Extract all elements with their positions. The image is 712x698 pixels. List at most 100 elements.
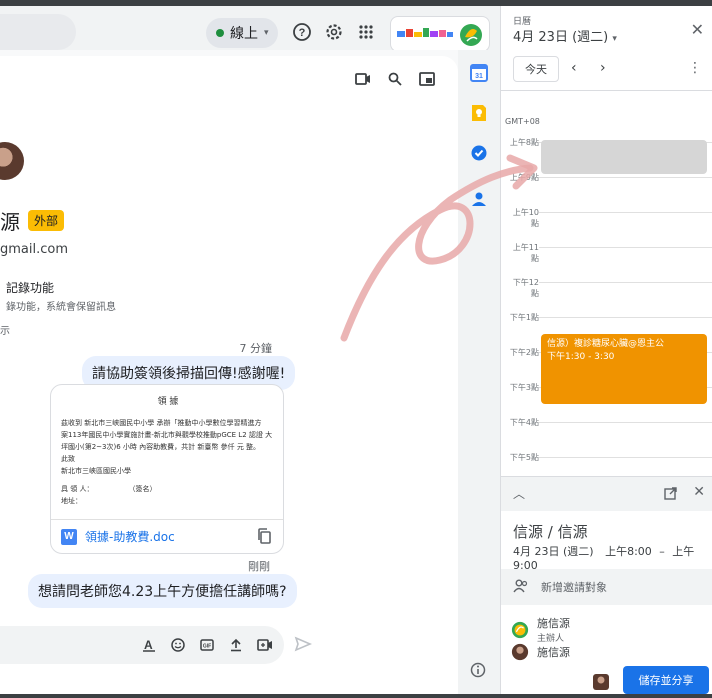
more-options-icon[interactable]: ⋮: [688, 60, 702, 76]
chat-header-actions: [354, 70, 436, 88]
hour-label: 下午1點: [509, 313, 539, 322]
hour-label: 上午8點: [509, 138, 539, 147]
hour-label: 下午2點: [509, 348, 539, 357]
svg-text:?: ?: [299, 27, 306, 39]
hour-label: 下午3點: [509, 383, 539, 392]
hour-gridline: [539, 457, 712, 458]
word-doc-icon: W: [61, 528, 77, 545]
save-and-share-button[interactable]: 儲存並分享: [623, 666, 709, 694]
time-range-dash: –: [659, 545, 665, 558]
today-button[interactable]: 今天: [513, 56, 559, 82]
open-in-new-icon[interactable]: [664, 487, 677, 503]
chat-window: 源 外部 gmail.com 記錄功能 錄功能，系統會保留訊息 示 7 分鐘 請…: [0, 56, 458, 698]
guest-item[interactable]: 施信源: [511, 643, 570, 661]
calendar-event[interactable]: 信源）複診糖尿心臟@恩主公 下午1:30 - 3:30: [541, 334, 707, 404]
pop-out-icon[interactable]: [418, 70, 436, 88]
user-avatar[interactable]: [593, 674, 609, 690]
format-text-icon[interactable]: A: [140, 636, 158, 654]
document-preview-title: 領 據: [157, 397, 179, 407]
people-icon: [513, 579, 529, 596]
calendar-side-panel: 日曆 4月 23日 (週二) ▾ ✕ 今天 ‹ › ⋮ GMT+08 上午8點 …: [500, 6, 712, 698]
add-video-icon[interactable]: [256, 636, 274, 654]
document-preview-line: 坪國小(第2~3次)6 小時 內容助教費，共計 新臺幣 參仟 元 整。: [61, 443, 261, 452]
event-time: 下午1:30 - 3:30: [547, 351, 615, 362]
info-icon[interactable]: [470, 662, 488, 680]
chevron-down-icon: ▾: [264, 28, 269, 38]
event-form-date[interactable]: 4月 23日 (週二): [513, 545, 594, 558]
hour-label: 上午11點: [512, 243, 539, 263]
compose-toolbar: A GIF: [140, 636, 274, 654]
add-guests-placeholder: 新增邀請對象: [541, 581, 607, 594]
gif-icon[interactable]: GIF: [198, 636, 216, 654]
online-status-dot: [216, 29, 224, 37]
svg-text:GIF: GIF: [203, 644, 211, 650]
status-selector[interactable]: 線上 ▾: [206, 18, 278, 48]
previous-day-icon[interactable]: ‹: [571, 60, 577, 76]
message-bubble[interactable]: 想請問老師您4.23上午方便擔任講師嗎?: [28, 574, 297, 608]
document-preview-line: 具 領 人： （簽名）: [61, 484, 157, 493]
history-description: 錄功能，系統會保留訊息: [6, 302, 116, 313]
event-form-header: ︿ ✕: [501, 477, 712, 511]
copy-icon[interactable]: [257, 528, 271, 547]
event-form-title[interactable]: 信源 / 信源: [513, 521, 588, 542]
attachment-file-name[interactable]: 領據-助教費.doc: [85, 528, 175, 545]
search-bar[interactable]: [0, 14, 76, 50]
attachment-footer[interactable]: W 領據-助教費.doc: [51, 519, 283, 553]
apps-grid-icon[interactable]: [354, 20, 378, 44]
guest-avatar: [511, 621, 529, 638]
svg-text:A: A: [144, 638, 153, 652]
video-call-icon[interactable]: [354, 70, 372, 88]
document-preview-line: 茲收到 新北市三峽國民中小學 承辦「推動中小學數位學習精進方: [61, 419, 262, 428]
hour-gridline: [539, 177, 712, 178]
hour-gridline: [539, 422, 712, 423]
history-more: 示: [0, 326, 10, 337]
timezone-label: GMT+08: [505, 117, 540, 126]
event-form-start-time[interactable]: 上午8:00: [605, 545, 652, 558]
contact-email: gmail.com: [0, 242, 69, 257]
status-label: 線上: [230, 26, 258, 42]
event-form-datetime[interactable]: 4月 23日 (週二) 上午8:00 – 上午9:00: [513, 543, 712, 572]
draft-event-block[interactable]: [541, 140, 707, 174]
message-timestamp: 剛剛: [248, 560, 270, 573]
close-icon[interactable]: ✕: [693, 484, 705, 500]
tasks-app-icon[interactable]: [470, 144, 488, 162]
side-app-rail: 31: [458, 50, 500, 698]
organization-logo[interactable]: [390, 16, 490, 52]
contact-avatar[interactable]: [0, 142, 24, 180]
contacts-app-icon[interactable]: [470, 190, 488, 208]
document-preview-line: 此致: [61, 454, 75, 463]
keep-app-icon[interactable]: [470, 104, 488, 122]
hour-label: 下午5點: [509, 453, 539, 462]
chevron-down-icon: ▾: [612, 34, 617, 44]
document-preview-line: 地址：: [61, 496, 82, 505]
hour-gridline: [539, 247, 712, 248]
hour-label: 上午10點: [512, 208, 539, 228]
gear-icon[interactable]: [322, 20, 346, 44]
document-preview-line: 案113年國民中小學實施計畫-新北市與觀學校推動pGCE L2 認證 大: [61, 431, 273, 440]
guest-organizer[interactable]: 施信源 主辦人: [511, 615, 570, 644]
message-compose-box[interactable]: A GIF: [0, 626, 284, 664]
top-bar: 線上 ▾ ?: [0, 6, 500, 52]
close-icon[interactable]: ✕: [691, 20, 704, 39]
chevron-up-icon[interactable]: ︿: [513, 485, 525, 502]
event-title: 信源）複診糖尿心臟@恩主公: [547, 339, 665, 349]
send-icon[interactable]: [294, 636, 313, 655]
attachment-card[interactable]: 領 據 茲收到 新北市三峽國民中小學 承辦「推動中小學數位學習精進方 案113年…: [50, 384, 284, 554]
next-day-icon[interactable]: ›: [600, 60, 606, 76]
add-guests-field[interactable]: 新增邀請對象: [501, 569, 712, 605]
emoji-icon[interactable]: [169, 636, 187, 654]
event-quick-form: ︿ ✕ 信源 / 信源 4月 23日 (週二) 上午8:00 – 上午9:00 …: [501, 476, 712, 698]
search-icon[interactable]: [386, 70, 404, 88]
svg-text:31: 31: [475, 73, 483, 80]
calendar-date-label: 4月 23日 (週二): [513, 30, 609, 45]
guest-name: 施信源: [537, 646, 570, 659]
guest-name: 施信源: [537, 617, 570, 630]
hour-gridline: [539, 212, 712, 213]
calendar-app-icon[interactable]: 31: [470, 64, 488, 82]
help-icon[interactable]: ?: [290, 20, 314, 44]
history-label: 記錄功能: [6, 281, 55, 295]
hour-label: 上午9點: [509, 173, 539, 182]
upload-icon[interactable]: [227, 636, 245, 654]
document-preview[interactable]: 領 據 茲收到 新北市三峽國民中小學 承辦「推動中小學數位學習精進方 案113年…: [51, 385, 283, 521]
calendar-date-selector[interactable]: 4月 23日 (週二) ▾: [513, 26, 617, 45]
